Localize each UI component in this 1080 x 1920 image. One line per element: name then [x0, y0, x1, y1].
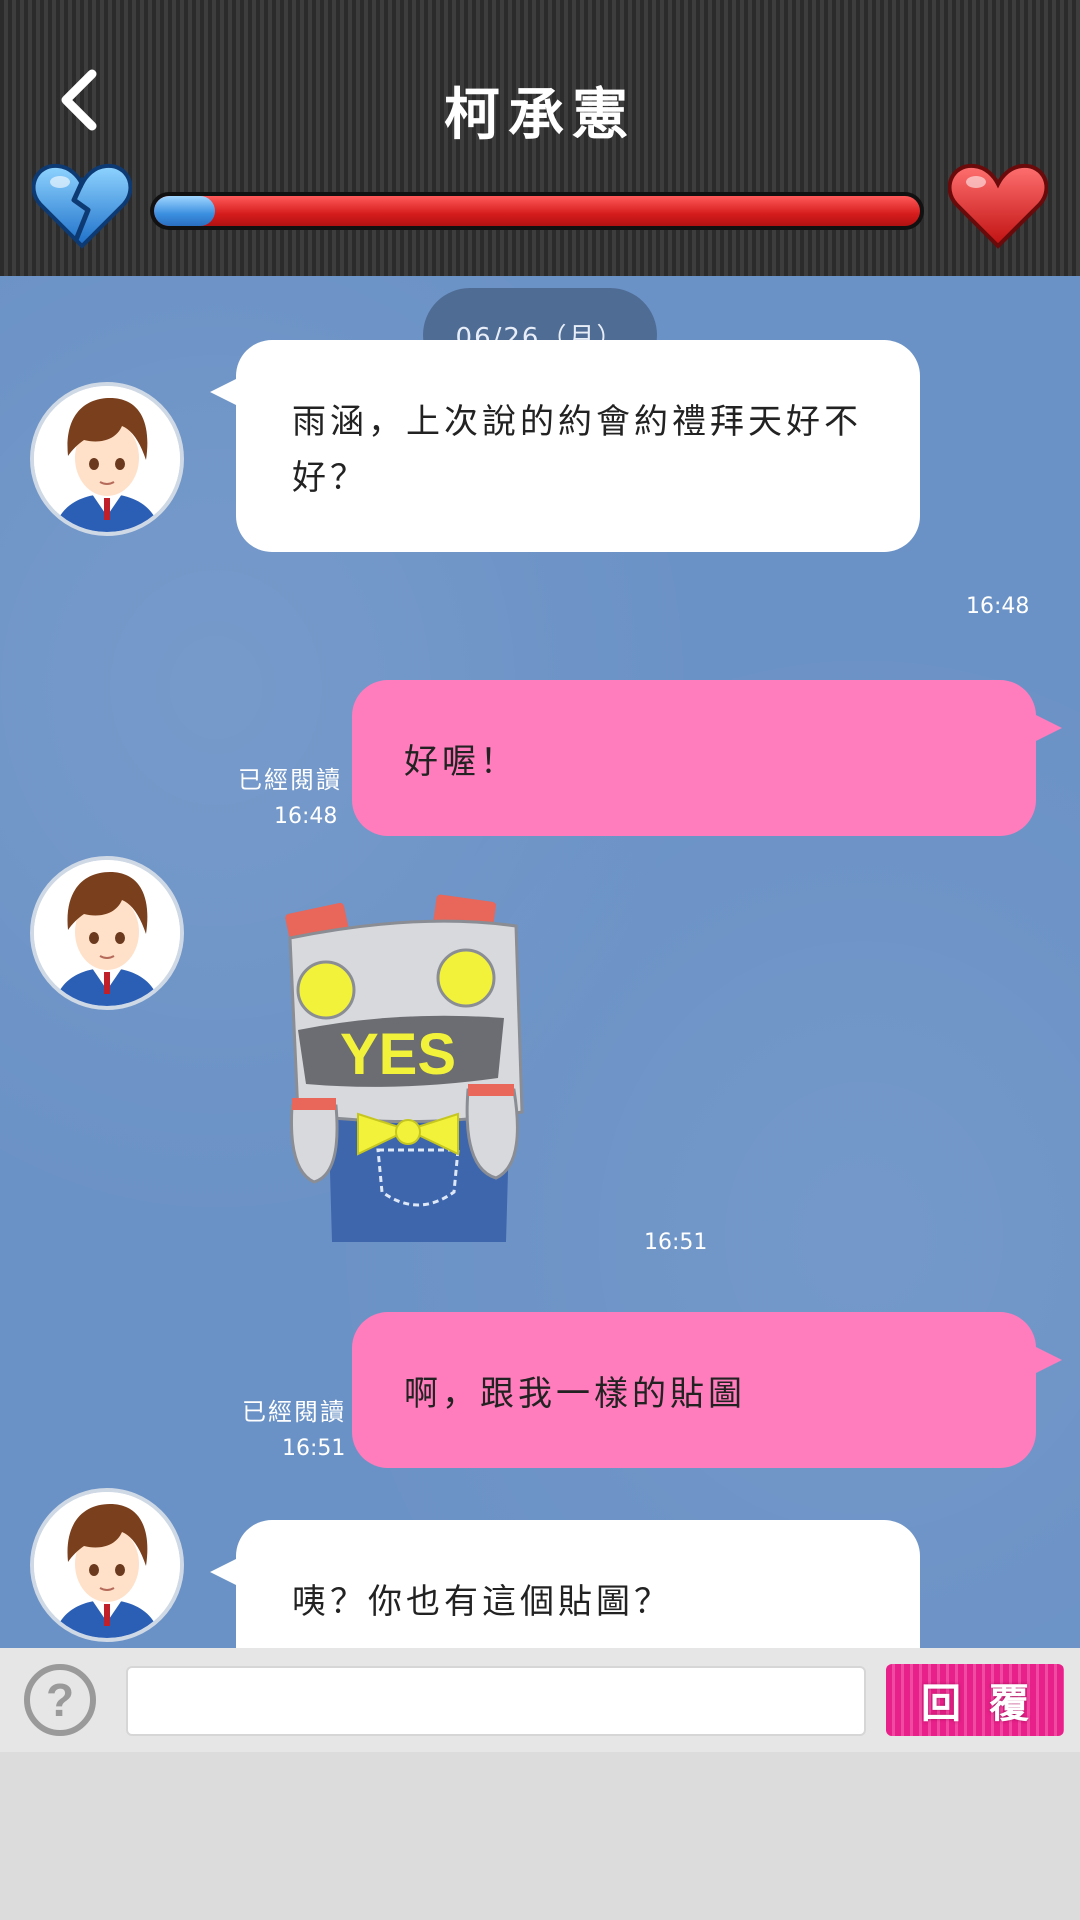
- message-bubble-sent[interactable]: 啊，跟我一樣的貼圖: [352, 1312, 1062, 1468]
- chat-header: 柯承憲: [0, 0, 1080, 276]
- chat-area[interactable]: 06/26（月） 雨涵，上次說的約會約禮拜天好不好？ 16:48 已經閱讀 16…: [0, 276, 1080, 1648]
- affection-meter: [150, 192, 924, 230]
- message-time: 16:48: [274, 804, 338, 829]
- affection-track: [154, 196, 920, 226]
- page-title: 柯承憲: [444, 83, 636, 148]
- message-text: 好喔！: [404, 741, 518, 782]
- affection-fill: [154, 196, 216, 226]
- reply-button[interactable]: 回覆: [886, 1664, 1064, 1736]
- boy-avatar-icon: [34, 1492, 180, 1638]
- boy-avatar-icon: [34, 860, 180, 1006]
- read-receipt: 已經閱讀: [238, 766, 342, 794]
- message-bubble-received[interactable]: 咦？你也有這個貼圖？: [210, 1520, 920, 1648]
- message-time: 16:48: [966, 594, 1030, 619]
- robot-yes-sticker[interactable]: YES: [278, 892, 560, 1246]
- keyboard-area: [0, 1752, 1080, 1920]
- read-receipt: 已經閱讀: [242, 1398, 346, 1426]
- message-bubble-sent[interactable]: 好喔！: [352, 680, 1062, 836]
- message-text: 雨涵，上次說的約會約禮拜天好不好？: [292, 402, 862, 498]
- broken-heart-icon: [32, 163, 132, 249]
- message-text: 啊，跟我一樣的貼圖: [404, 1373, 746, 1414]
- avatar[interactable]: [30, 856, 184, 1010]
- input-bar: ? 回覆: [0, 1648, 1080, 1752]
- sticker-text: YES: [340, 1022, 456, 1087]
- avatar[interactable]: [30, 1488, 184, 1642]
- message-input[interactable]: [126, 1666, 866, 1736]
- help-icon: ?: [45, 1674, 75, 1726]
- help-button[interactable]: ?: [24, 1664, 96, 1736]
- heart-icon: [948, 163, 1048, 249]
- boy-avatar-icon: [34, 386, 180, 532]
- avatar[interactable]: [30, 382, 184, 536]
- message-time: 16:51: [644, 1230, 708, 1255]
- message-time: 16:51: [282, 1436, 346, 1461]
- message-text: 咦？你也有這個貼圖？: [292, 1582, 672, 1622]
- message-bubble-received[interactable]: 雨涵，上次說的約會約禮拜天好不好？: [210, 340, 920, 552]
